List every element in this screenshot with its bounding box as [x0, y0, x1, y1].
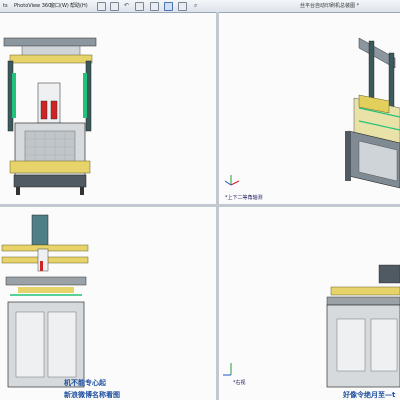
- viewport-label-isometric: *上下二等角轴测: [225, 195, 263, 201]
- options-icon[interactable]: [164, 2, 173, 11]
- machine-right-view: [223, 264, 400, 388]
- view-icon[interactable]: [178, 2, 187, 11]
- document-title: 丝平台自动印刷机总装图 *: [300, 3, 360, 9]
- viewport-side[interactable]: 机不能专心起 新浪微博名称看图: [0, 207, 216, 400]
- viewport-splitter-horizontal[interactable]: [0, 204, 400, 207]
- viewport-front[interactable]: [0, 13, 216, 204]
- watermark-3: 好像令绝月至—t: [343, 391, 396, 399]
- viewport-label-right: *右视: [233, 380, 246, 386]
- machine-side-view: [1, 214, 89, 388]
- save-icon[interactable]: [97, 2, 106, 11]
- undo-icon[interactable]: ↶: [124, 1, 129, 10]
- viewport-right[interactable]: *右视 好像令绝月至—t: [219, 207, 400, 400]
- viewport-isometric[interactable]: *上下二等角轴测: [219, 13, 400, 204]
- select-icon[interactable]: [135, 2, 144, 11]
- menu-item-photoview[interactable]: PhotoView 360: [14, 0, 51, 12]
- top-menubar: ts PhotoView 360 窗口(W) 帮助(H) ↶ ⌕ 丝平台自动印刷…: [0, 0, 400, 13]
- menu-item-window[interactable]: 窗口(W): [50, 0, 69, 12]
- machine-isometric-view: [224, 37, 400, 189]
- print-icon[interactable]: [110, 2, 119, 11]
- menu-item-help[interactable]: 帮助(H): [70, 0, 88, 12]
- menu-item-ts[interactable]: ts: [3, 0, 8, 12]
- zoom-icon[interactable]: ⌕: [194, 1, 197, 10]
- watermark-2: 新浪微博名称看图: [64, 391, 120, 399]
- machine-front-view: [3, 37, 97, 195]
- watermark-1: 机不能专心起: [64, 379, 106, 387]
- rebuild-icon[interactable]: [150, 2, 159, 11]
